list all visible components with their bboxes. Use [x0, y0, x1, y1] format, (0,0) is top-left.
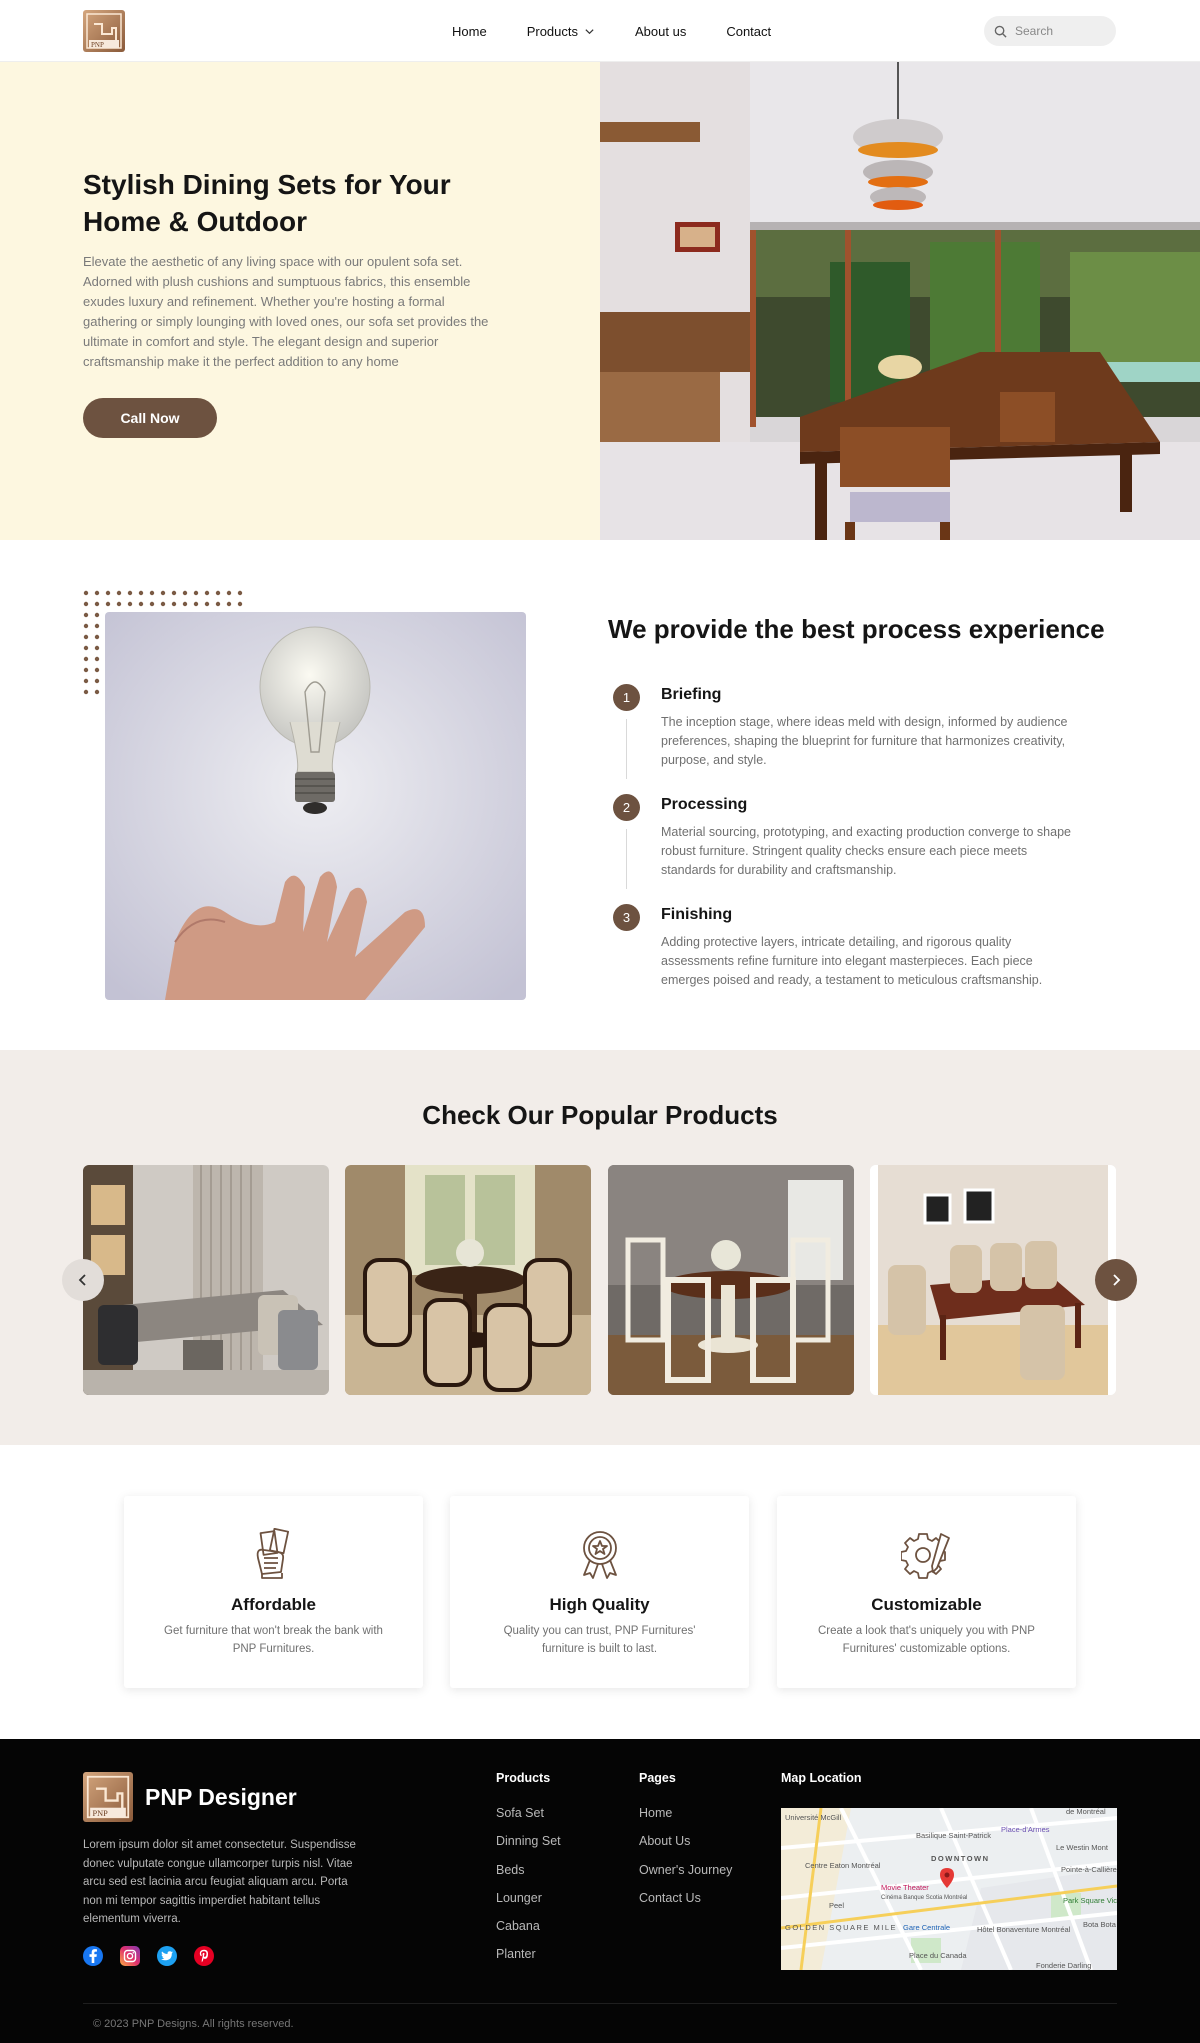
- hero-title: Stylish Dining Sets for Your Home & Outd…: [83, 169, 451, 237]
- feature-card: Affordable Get furniture that won't brea…: [124, 1496, 423, 1688]
- process-section-title: We provide the best process experience: [608, 614, 1105, 644]
- footer-link[interactable]: Beds: [496, 1863, 561, 1891]
- chevron-left-icon: [78, 1274, 86, 1286]
- footer-link[interactable]: Sofa Set: [496, 1806, 561, 1834]
- map-label: Basilique Saint-Patrick: [916, 1831, 991, 1840]
- step-title: Processing: [661, 796, 748, 813]
- step-connector: [626, 719, 627, 779]
- carousel-next-button[interactable]: [1095, 1259, 1137, 1301]
- gear-pencil-icon: [901, 1533, 950, 1579]
- top-navbar: PNP Home Products About us Contact: [0, 0, 1200, 62]
- feature-card: High Quality Quality you can trust, PNP …: [450, 1496, 749, 1688]
- footer-link[interactable]: Dinning Set: [496, 1834, 561, 1862]
- map-label: Place-d'Armes: [1001, 1825, 1050, 1834]
- footer-link[interactable]: Planter: [496, 1947, 561, 1975]
- chevron-down-icon: [585, 28, 594, 34]
- map-label: Peel: [829, 1901, 844, 1910]
- map-label: Place du Canada: [909, 1951, 967, 1960]
- footer-link[interactable]: Contact Us: [639, 1891, 732, 1919]
- brand-logo[interactable]: PNP: [83, 10, 125, 52]
- product-image: [345, 1165, 591, 1395]
- nav-about[interactable]: About us: [635, 24, 686, 39]
- step-connector: [626, 829, 627, 889]
- feature-description: Get furniture that won't break the bank …: [164, 1625, 383, 1655]
- product-image: [83, 1165, 329, 1395]
- location-map[interactable]: Université McGill Basilique Saint-Patric…: [781, 1808, 1117, 1970]
- instagram-icon[interactable]: [120, 1946, 140, 1966]
- nav-products-label: Products: [526, 23, 578, 39]
- map-label: Centre Eaton Montréal: [805, 1861, 881, 1870]
- map-label: Hôtel Bonaventure Montréal: [977, 1925, 1071, 1934]
- product-image: [870, 1165, 1116, 1395]
- product-card[interactable]: [870, 1165, 1116, 1395]
- product-image: [608, 1165, 854, 1395]
- footer-pages-list: Home About Us Owner's Journey Contact Us: [639, 1806, 732, 1919]
- map-label: Université McGill: [785, 1813, 842, 1822]
- lightbulb-hand-image: [105, 612, 526, 1000]
- footer-divider: [83, 2003, 1117, 2004]
- map-label: Gare Centrale: [903, 1923, 950, 1932]
- footer-logo[interactable]: PNP: [83, 1772, 133, 1822]
- product-card[interactable]: [345, 1165, 591, 1395]
- step-description: Adding protective layers, intricate deta…: [661, 935, 1043, 987]
- step-title: Finishing: [661, 906, 733, 923]
- map-label: Fonderie Darling: [1036, 1961, 1091, 1970]
- map-label: Bota Bota: [1083, 1920, 1117, 1929]
- copyright-text: © 2023 PNP Designs. All rights reserved.: [93, 2018, 294, 2030]
- map-label: Park Square Victoria: [1063, 1896, 1117, 1905]
- facebook-icon[interactable]: [83, 1946, 103, 1966]
- map-label: Cinéma Banque Scotia Montréal: [881, 1895, 967, 1901]
- chevron-right-icon: [1113, 1274, 1121, 1286]
- step-description: The inception stage, where ideas meld wi…: [661, 715, 1068, 767]
- hero-dining-room-image: [600, 62, 1200, 540]
- footer-link[interactable]: Owner's Journey: [639, 1863, 732, 1891]
- call-now-button[interactable]: Call Now: [83, 398, 217, 438]
- nav-products[interactable]: Products: [527, 24, 595, 39]
- search-input[interactable]: [1015, 24, 1105, 38]
- step-description: Material sourcing, prototyping, and exac…: [661, 825, 1071, 877]
- map-label: Movie Theater: [881, 1883, 929, 1892]
- feature-title: Customizable: [871, 1595, 982, 1614]
- nav-contact[interactable]: Contact: [726, 24, 771, 39]
- feature-title: Affordable: [231, 1595, 316, 1614]
- step-number-badge: 2: [613, 794, 640, 821]
- map-label: Le Westin Mont: [1056, 1843, 1109, 1852]
- footer-link[interactable]: About Us: [639, 1834, 732, 1862]
- map-label: de Montréal: [1066, 1808, 1106, 1816]
- product-card[interactable]: [83, 1165, 329, 1395]
- map-label: DOWNTOWN: [931, 1854, 990, 1863]
- feature-description: Create a look that's uniquely you with P…: [818, 1625, 1035, 1655]
- twitter-icon[interactable]: [157, 1946, 177, 1966]
- step-number-badge: 3: [613, 904, 640, 931]
- award-badge-icon: [583, 1531, 617, 1579]
- search-box[interactable]: [984, 16, 1116, 46]
- feature-title: High Quality: [549, 1595, 650, 1614]
- footer-products-list: Sofa Set Dinning Set Beds Lounger Cabana…: [496, 1806, 561, 1976]
- svg-text:PNP: PNP: [91, 41, 104, 49]
- footer-pages-heading: Pages: [639, 1771, 676, 1785]
- footer-description: Lorem ipsum dolor sit amet consectetur. …: [83, 1839, 356, 1925]
- footer-products-heading: Products: [496, 1771, 551, 1785]
- footer-brand-name: PNP Designer: [145, 1784, 297, 1810]
- feature-description: Quality you can trust, PNP Furnitures' f…: [503, 1625, 696, 1655]
- nav-home[interactable]: Home: [452, 24, 487, 39]
- hero-description: Elevate the aesthetic of any living spac…: [83, 254, 489, 369]
- footer-link[interactable]: Lounger: [496, 1891, 561, 1919]
- footer-link[interactable]: Home: [639, 1806, 732, 1834]
- product-card[interactable]: [608, 1165, 854, 1395]
- footer-map-heading: Map Location: [781, 1771, 862, 1785]
- feature-card: Customizable Create a look that's unique…: [777, 1496, 1076, 1688]
- money-hand-icon: [256, 1528, 290, 1579]
- map-label: GOLDEN SQUARE MILE: [785, 1923, 897, 1932]
- social-links: [83, 1946, 214, 1966]
- pinterest-icon[interactable]: [194, 1946, 214, 1966]
- search-icon: [994, 25, 1007, 38]
- popular-products-title: Check Our Popular Products: [422, 1100, 778, 1130]
- footer-link[interactable]: Cabana: [496, 1919, 561, 1947]
- step-number-badge: 1: [613, 684, 640, 711]
- map-label: Pointe-à-Callière: [1061, 1865, 1117, 1874]
- svg-text:PNP: PNP: [93, 1809, 109, 1818]
- carousel-prev-button[interactable]: [62, 1259, 104, 1301]
- step-title: Briefing: [661, 686, 722, 703]
